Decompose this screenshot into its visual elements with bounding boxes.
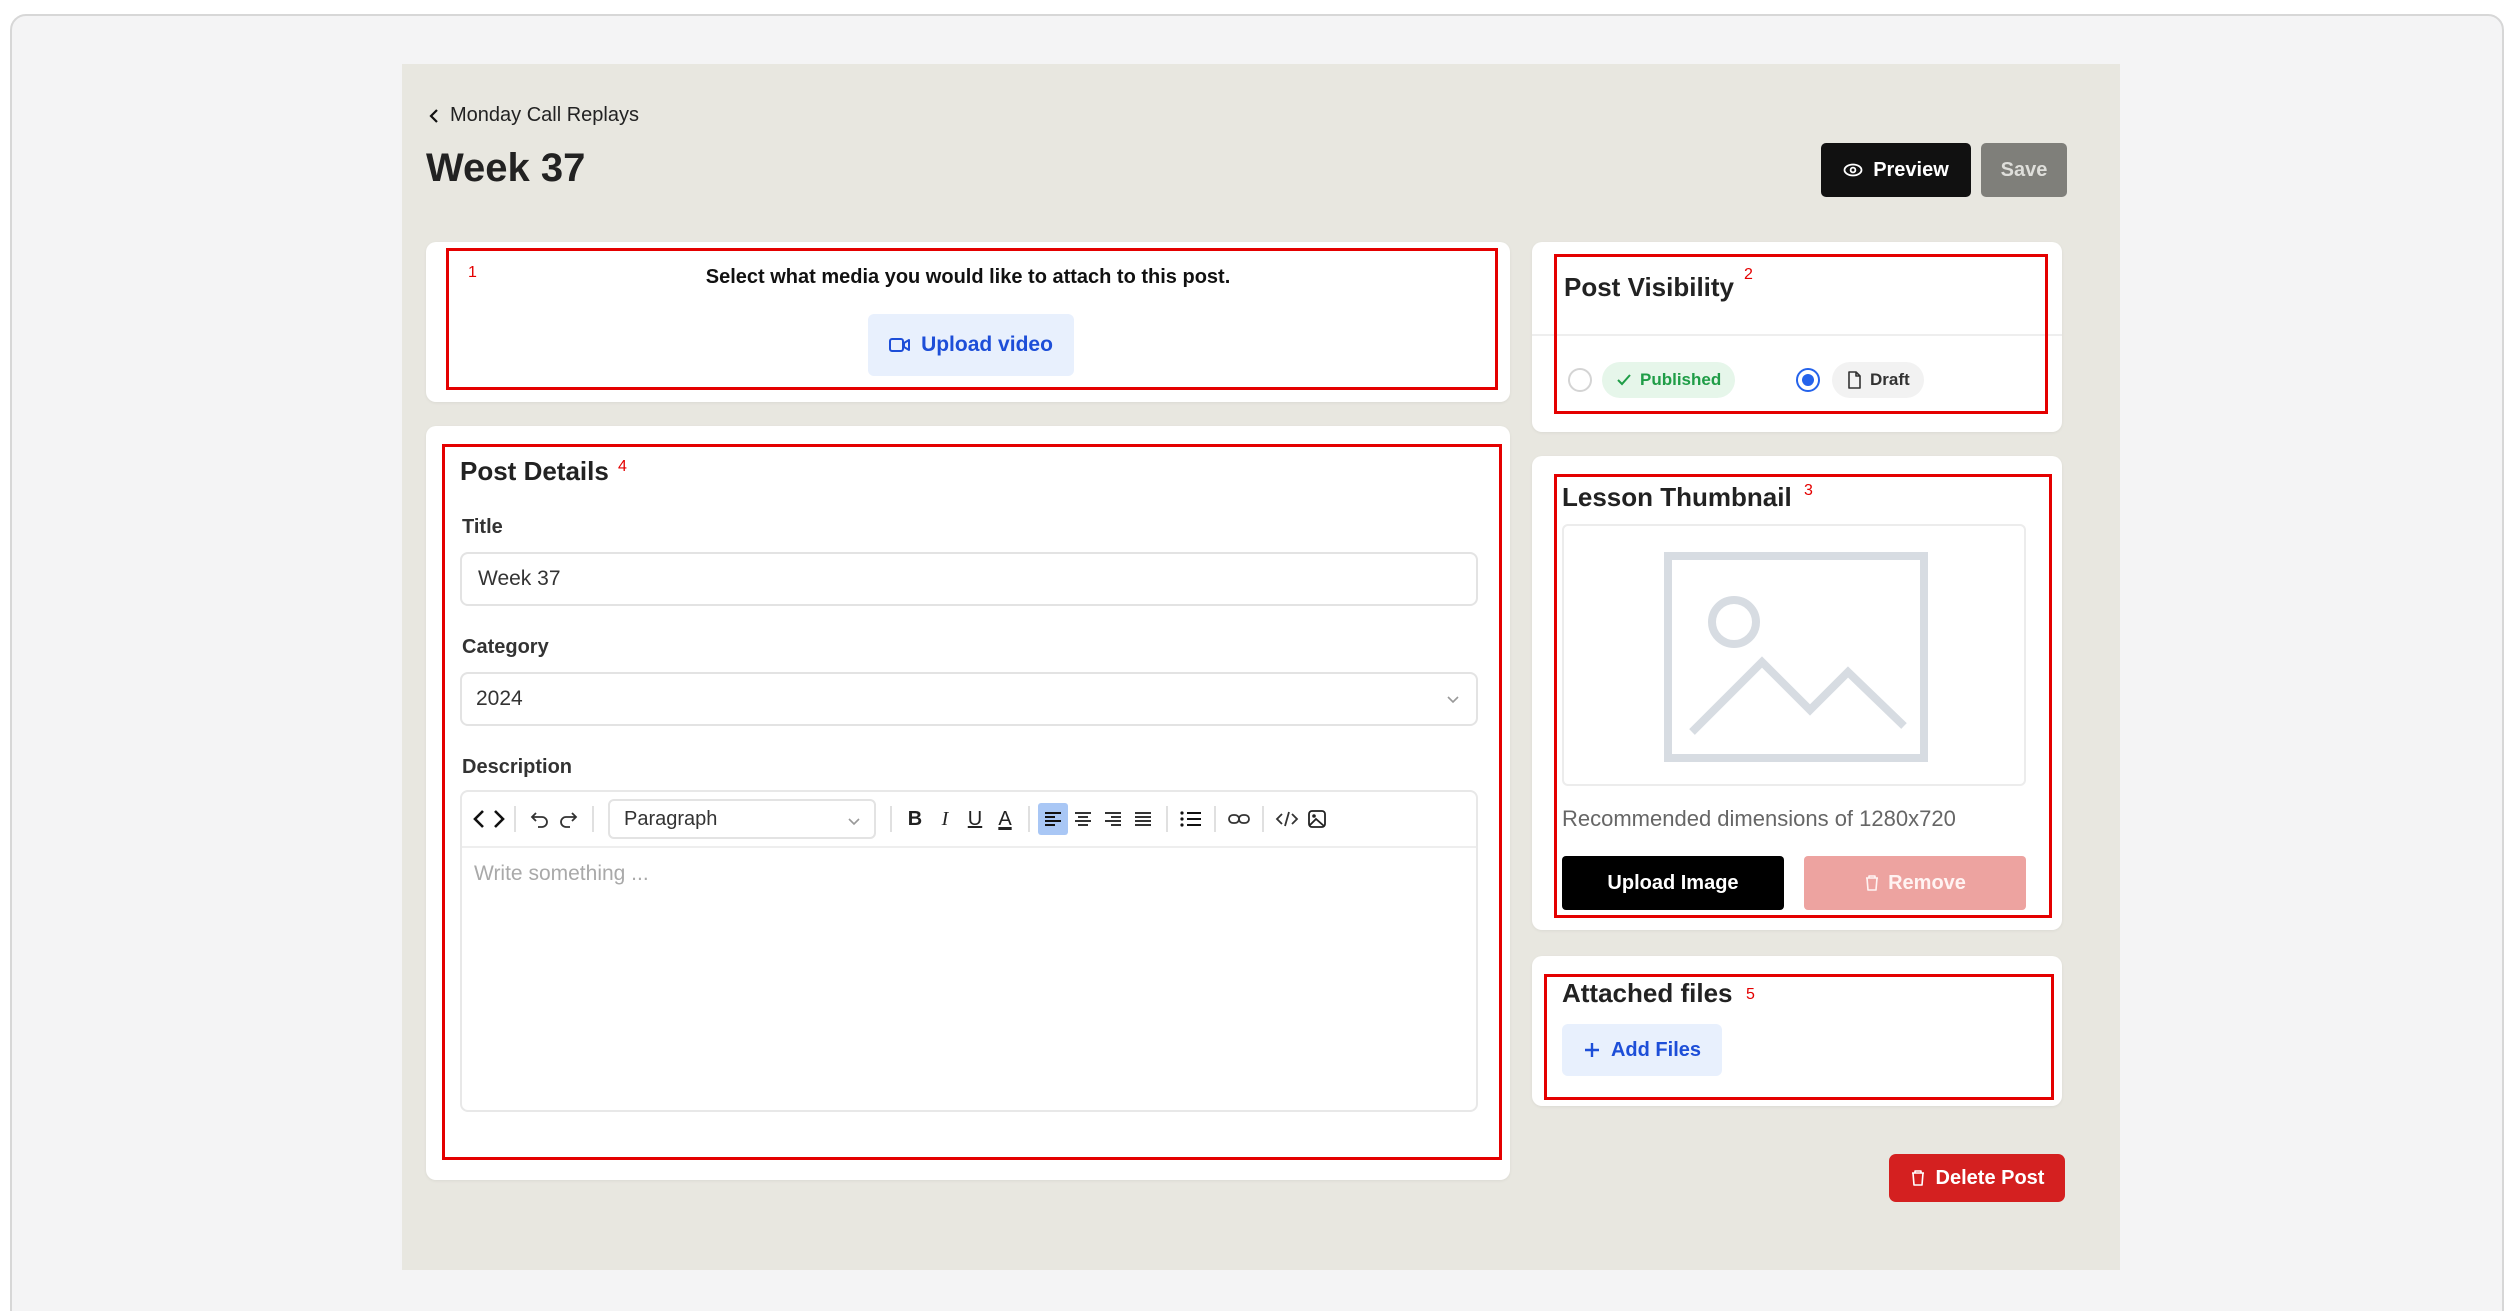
image-placeholder-icon xyxy=(1664,552,1928,762)
align-center-icon[interactable] xyxy=(1068,803,1098,835)
block-format-value: Paragraph xyxy=(624,807,718,830)
published-badge[interactable]: Published xyxy=(1602,362,1736,398)
thumbnail-dimension-hint: Recommended dimensions of 1280x720 xyxy=(1562,806,1956,831)
video-icon xyxy=(889,338,911,352)
editor-toolbar: Paragraph B I U A xyxy=(462,792,1476,848)
toolbar-divider xyxy=(514,806,516,832)
category-label: Category xyxy=(462,636,549,658)
chevron-down-icon xyxy=(848,818,860,826)
media-prompt: Select what media you would like to atta… xyxy=(705,266,1231,288)
undo-icon[interactable] xyxy=(524,803,554,835)
thumbnail-preview xyxy=(1562,524,2026,786)
plus-icon xyxy=(1584,1043,1599,1057)
font-color-button[interactable]: A xyxy=(990,803,1020,835)
attached-files-card: Attached files Add Files xyxy=(1532,956,2062,1106)
back-link[interactable]: Monday Call Replays xyxy=(426,104,639,127)
annotation-number-3: 3 xyxy=(1804,482,1813,499)
toolbar-divider xyxy=(890,806,892,832)
description-label: Description xyxy=(462,756,573,778)
editor-placeholder[interactable]: Write something ... xyxy=(474,862,649,886)
trash-icon xyxy=(1911,1170,1924,1186)
media-card: Select what media you would like to atta… xyxy=(426,242,1510,402)
description-editor: Paragraph B I U A Write something ... xyxy=(460,790,1478,1112)
align-left-icon[interactable] xyxy=(1038,803,1068,835)
delete-post-label: Delete Post xyxy=(1935,1166,2045,1189)
upload-image-button[interactable]: Upload Image xyxy=(1562,856,1784,910)
annotation-number-4: 4 xyxy=(618,458,627,475)
toolbar-divider xyxy=(1166,806,1168,832)
upload-video-label: Upload video xyxy=(921,333,1053,356)
bullet-list-icon[interactable] xyxy=(1176,803,1206,835)
post-details-heading: Post Details xyxy=(460,456,609,486)
title-label: Title xyxy=(462,516,503,538)
code-view-icon[interactable] xyxy=(472,803,506,835)
annotation-number-2: 2 xyxy=(1744,266,1753,283)
remove-image-button[interactable]: Remove xyxy=(1804,856,2026,910)
toolbar-divider xyxy=(592,806,594,832)
preview-label: Preview xyxy=(1873,158,1949,181)
italic-button[interactable]: I xyxy=(930,803,960,835)
eye-icon xyxy=(1843,163,1863,177)
category-select[interactable]: 2024 xyxy=(460,672,1478,726)
save-button[interactable]: Save xyxy=(1981,143,2067,197)
chevron-down-icon xyxy=(1447,696,1459,704)
underline-button[interactable]: U xyxy=(960,803,990,835)
redo-icon[interactable] xyxy=(554,803,584,835)
annotation-number-1: 1 xyxy=(468,264,477,281)
toolbar-divider xyxy=(1028,806,1030,832)
draft-badge[interactable]: Draft xyxy=(1832,362,1924,398)
upload-video-button[interactable]: Upload video xyxy=(868,314,1074,376)
align-justify-icon[interactable] xyxy=(1128,803,1158,835)
post-details-card: Post Details Title Week 37 Category 2024… xyxy=(426,426,1510,1180)
toolbar-divider xyxy=(1214,806,1216,832)
draft-label: Draft xyxy=(1870,370,1910,389)
annotation-number-5: 5 xyxy=(1746,986,1755,1003)
post-visibility-card: Post Visibility Published Draft xyxy=(1532,242,2062,432)
lesson-thumbnail-card: Lesson Thumbnail Recommended dimensions … xyxy=(1532,456,2062,930)
toolbar-divider xyxy=(1262,806,1264,832)
insert-image-icon[interactable] xyxy=(1302,803,1332,835)
check-icon xyxy=(1617,374,1631,386)
back-link-label: Monday Call Replays xyxy=(450,104,639,126)
post-editor-page: Monday Call Replays Week 37 Preview Save… xyxy=(402,64,2120,1270)
published-radio[interactable] xyxy=(1568,368,1592,392)
add-files-label: Add Files xyxy=(1610,1038,1701,1061)
visibility-divider xyxy=(1532,334,2062,336)
code-icon[interactable] xyxy=(1272,803,1302,835)
chevron-left-icon xyxy=(429,108,438,123)
preview-button[interactable]: Preview xyxy=(1821,143,1971,197)
block-format-select[interactable]: Paragraph xyxy=(608,799,876,839)
align-right-icon[interactable] xyxy=(1098,803,1128,835)
link-icon[interactable] xyxy=(1224,803,1254,835)
add-files-button[interactable]: Add Files xyxy=(1562,1024,1722,1076)
delete-post-button[interactable]: Delete Post xyxy=(1889,1154,2065,1202)
remove-label: Remove xyxy=(1888,871,1966,894)
title-input[interactable]: Week 37 xyxy=(460,552,1478,606)
bold-button[interactable]: B xyxy=(900,803,930,835)
trash-icon xyxy=(1866,875,1879,891)
page-title: Week 37 xyxy=(426,146,586,190)
published-label: Published xyxy=(1640,370,1722,389)
file-icon xyxy=(1848,371,1861,389)
attached-files-heading: Attached files xyxy=(1562,978,1733,1008)
category-value: 2024 xyxy=(476,687,523,710)
post-visibility-heading: Post Visibility xyxy=(1564,272,1735,302)
lesson-thumbnail-heading: Lesson Thumbnail xyxy=(1562,482,1792,512)
draft-radio[interactable] xyxy=(1796,368,1820,392)
